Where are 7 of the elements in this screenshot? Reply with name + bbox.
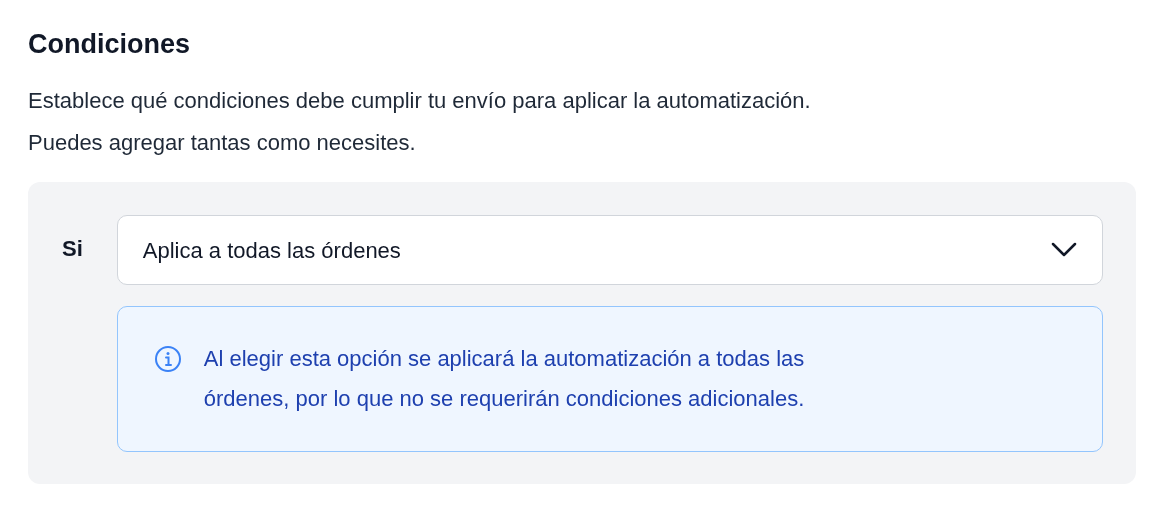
info-icon	[153, 345, 182, 373]
section-title: Condiciones	[28, 28, 190, 61]
condition-label: Si	[62, 235, 83, 263]
condition-select[interactable]: Aplica a todas las órdenes	[116, 215, 1103, 285]
chevron-down-icon	[1051, 242, 1077, 258]
info-message: Al elegir esta opción se aplicará la automatización a todas las órdenes, por lo que no se requerirán condiciones adicionales.	[203, 345, 805, 413]
section-description: Establece qué condiciones debe cumplir tu envío para aplicar la automatización. Puedes agregar tantas como necesites.	[28, 87, 811, 157]
